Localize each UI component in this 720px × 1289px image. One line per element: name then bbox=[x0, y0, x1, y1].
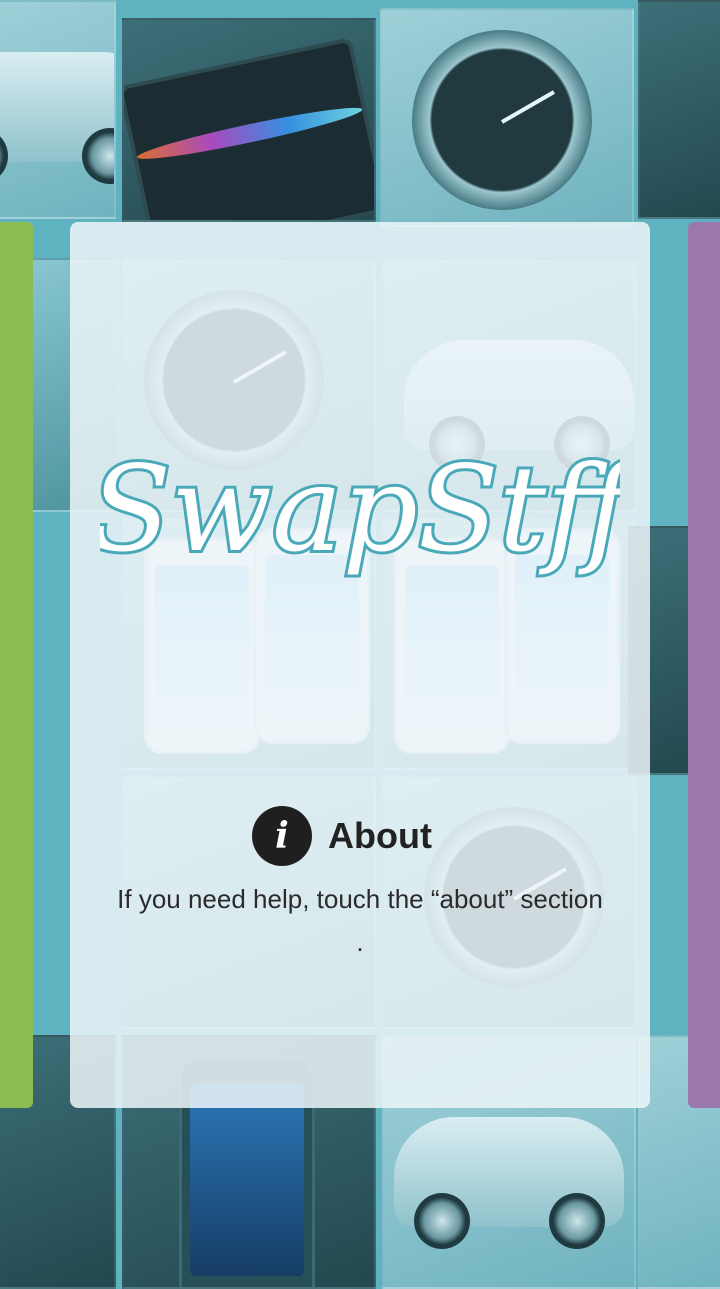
background-tile-car bbox=[0, 0, 116, 219]
about-label: About bbox=[328, 815, 432, 856]
left-side-bar bbox=[0, 222, 33, 1108]
right-side-bar bbox=[688, 222, 720, 1108]
about-button[interactable]: i About bbox=[252, 806, 432, 866]
app-logo: SwapStff bbox=[100, 400, 620, 640]
background-tile-misc bbox=[638, 0, 720, 219]
info-icon: i bbox=[252, 806, 312, 866]
help-text: If you need help, touch the “about” sect… bbox=[117, 884, 603, 957]
background-tile-tablet bbox=[122, 18, 376, 222]
main-card bbox=[70, 222, 650, 1108]
background-tile-watch bbox=[380, 8, 634, 227]
logo-text: SwapStff bbox=[100, 440, 620, 578]
